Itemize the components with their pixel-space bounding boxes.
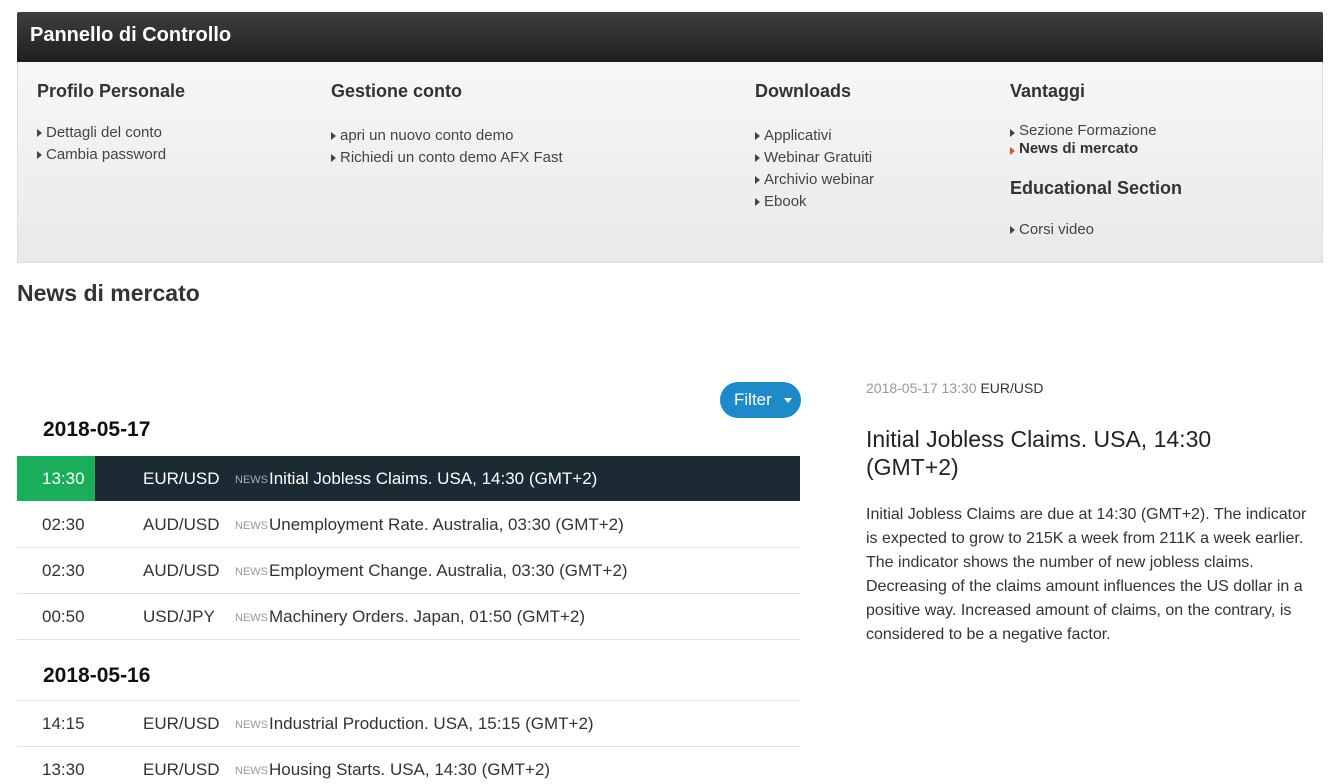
news-title: Initial Jobless Claims. USA, 14:30 (GMT+…	[269, 469, 598, 488]
news-pair: AUD/USD	[143, 561, 220, 580]
detail-meta: 2018-05-17 13:30 EUR/USD	[866, 380, 1043, 396]
detail-pair: EUR/USD	[980, 380, 1044, 396]
menu-link-request-afx-demo[interactable]: Richiedi un conto demo AFX Fast	[331, 147, 731, 169]
control-panel-title: Pannello di Controllo	[17, 12, 1323, 62]
filter-button[interactable]: Filter	[720, 382, 801, 418]
news-row[interactable]: 02:30 AUD/USD NEWS Unemployment Rate. Au…	[17, 502, 800, 548]
menu-link-market-news[interactable]: News di mercato	[1010, 140, 1310, 158]
detail-text: Initial Jobless Claims are due at 14:30 …	[866, 506, 1307, 643]
menu-heading-educational: Educational Section	[1010, 178, 1183, 198]
news-title: Industrial Production. USA, 15:15 (GMT+2…	[269, 714, 594, 733]
menu-heading-advantages: Vantaggi	[1010, 81, 1086, 101]
news-time: 02:30	[42, 515, 85, 534]
news-time: 02:30	[42, 561, 85, 580]
date-heading: 2018-05-16	[43, 664, 151, 687]
news-type-label: NEWS	[235, 474, 268, 486]
news-pair: EUR/USD	[143, 714, 220, 733]
page-title: News di mercato	[17, 280, 200, 306]
news-row[interactable]: 13:30 EUR/USD NEWS Housing Starts. USA, …	[17, 747, 800, 784]
news-type-label: NEWS	[235, 520, 268, 532]
menu-link-change-password[interactable]: Cambia password	[37, 144, 317, 166]
news-pair: EUR/USD	[143, 469, 220, 488]
news-title: Employment Change. Australia, 03:30 (GMT…	[269, 561, 628, 580]
detail-title: Initial Jobless Claims. USA, 14:30 (GMT+…	[866, 426, 1212, 480]
news-type-label: NEWS	[235, 765, 268, 777]
filter-label: Filter	[734, 390, 772, 409]
news-type-label: NEWS	[235, 612, 268, 624]
menu-column-advantages: Vantaggi Sezione Formazione News di merc…	[1010, 62, 1310, 241]
menu-link-applications[interactable]: Applicativi	[755, 125, 995, 147]
menu-link-ebook[interactable]: Ebook	[755, 191, 995, 213]
news-time: 13:30	[42, 469, 85, 488]
menu-column-downloads: Downloads Applicativi Webinar Gratuiti A…	[755, 62, 995, 213]
news-time: 14:15	[42, 714, 85, 733]
menu-link-open-demo[interactable]: apri un nuovo conto demo	[331, 125, 731, 147]
detail-datetime: 2018-05-17 13:30	[866, 380, 977, 396]
news-pair: AUD/USD	[143, 515, 220, 534]
menu-heading-account: Gestione conto	[331, 81, 463, 101]
news-time: 00:50	[42, 607, 85, 626]
menu-heading-profile: Profilo Personale	[37, 81, 186, 101]
news-pair: USD/JPY	[143, 607, 215, 626]
news-row[interactable]: 14:15 EUR/USD NEWS Industrial Production…	[17, 701, 800, 747]
date-heading: 2018-05-17	[43, 418, 151, 441]
menu-link-webinar-archive[interactable]: Archivio webinar	[755, 169, 995, 191]
control-panel: Profilo Personale Dettagli del conto Cam…	[17, 62, 1323, 263]
news-row[interactable]: 00:50 USD/JPY NEWS Machinery Orders. Jap…	[17, 594, 800, 640]
menu-link-training-section[interactable]: Sezione Formazione	[1010, 122, 1310, 140]
menu-link-free-webinars[interactable]: Webinar Gratuiti	[755, 147, 995, 169]
news-row[interactable]: 02:30 AUD/USD NEWS Employment Change. Au…	[17, 548, 800, 594]
menu-link-video-courses[interactable]: Corsi video	[1010, 219, 1310, 241]
chevron-down-icon	[784, 398, 792, 403]
menu-column-account: Gestione conto apri un nuovo conto demo …	[331, 62, 731, 169]
news-title: Machinery Orders. Japan, 01:50 (GMT+2)	[269, 607, 586, 626]
menu-column-profile: Profilo Personale Dettagli del conto Cam…	[37, 62, 317, 166]
menu-heading-downloads: Downloads	[755, 81, 852, 101]
news-pair: EUR/USD	[143, 760, 220, 779]
news-row[interactable]: 13:30 EUR/USD NEWS Initial Jobless Claim…	[17, 456, 800, 501]
news-title: Unemployment Rate. Australia, 03:30 (GMT…	[269, 515, 624, 534]
news-title: Housing Starts. USA, 14:30 (GMT+2)	[269, 760, 551, 779]
news-type-label: NEWS	[235, 566, 268, 578]
menu-link-account-details[interactable]: Dettagli del conto	[37, 122, 317, 144]
news-type-label: NEWS	[235, 719, 268, 731]
news-time: 13:30	[42, 760, 85, 779]
